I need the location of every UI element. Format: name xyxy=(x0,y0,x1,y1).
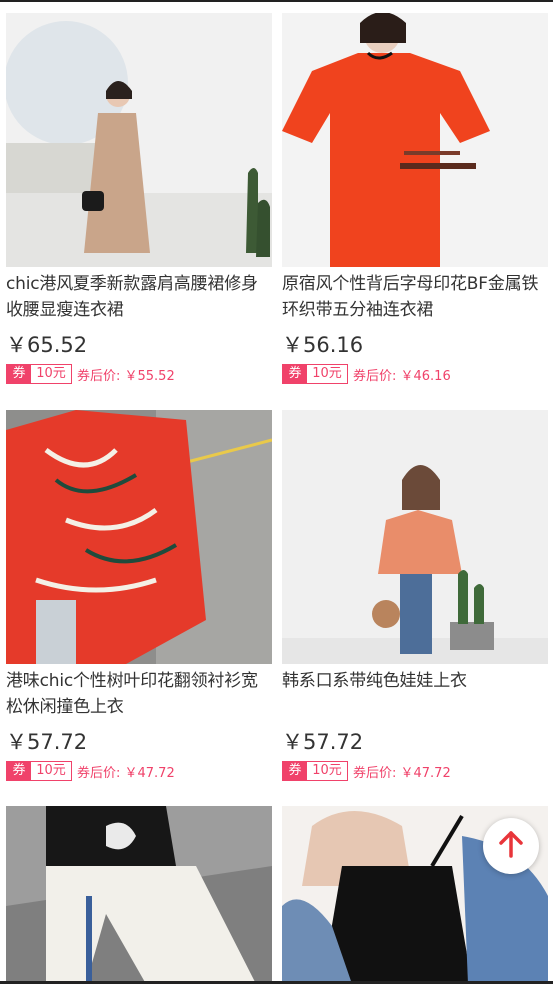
coupon-amount: 10元 xyxy=(36,763,66,778)
product-image[interactable] xyxy=(6,13,272,267)
coupon-badge: 券 10元 xyxy=(6,364,72,384)
coupon-tag: 券 xyxy=(283,762,307,780)
product-image[interactable] xyxy=(282,410,548,664)
back-to-top-button[interactable] xyxy=(483,818,539,874)
coupon-badge: 券 10元 xyxy=(282,364,348,384)
coupon-tag: 券 xyxy=(7,762,31,780)
arrow-up-icon xyxy=(498,830,524,862)
coupon-amount: 10元 xyxy=(312,366,342,381)
status-bar-edge xyxy=(0,0,553,2)
product-card[interactable] xyxy=(6,806,272,984)
product-title[interactable]: 韩系口系带纯色娃娃上衣 xyxy=(282,668,548,720)
product-image[interactable] xyxy=(282,13,548,267)
product-price: ￥57.72 xyxy=(282,730,364,754)
coupon-row: 券 10元 券后价: ￥46.16 xyxy=(282,363,548,385)
coupon-badge: 券 10元 xyxy=(282,761,348,781)
product-price: ￥57.72 xyxy=(6,730,88,754)
product-card[interactable]: 港味chic个性树叶印花翻领衬衫宽松休闲撞色上衣 ￥57.72 券 10元 券后… xyxy=(6,410,272,782)
product-card[interactable]: chic港风夏季新款露肩高腰裙修身收腰显瘦连衣裙 ￥65.52 券 10元 券后… xyxy=(6,13,272,385)
after-coupon-price: 券后价: ￥47.72 xyxy=(353,765,451,781)
coupon-row: 券 10元 券后价: ￥47.72 xyxy=(6,760,272,782)
coupon-amount: 10元 xyxy=(36,366,66,381)
after-coupon-price: 券后价: ￥46.16 xyxy=(353,368,451,384)
product-image[interactable] xyxy=(6,410,272,664)
coupon-tag: 券 xyxy=(283,365,307,383)
coupon-row: 券 10元 券后价: ￥47.72 xyxy=(282,760,548,782)
product-title[interactable]: chic港风夏季新款露肩高腰裙修身收腰显瘦连衣裙 xyxy=(6,271,272,323)
coupon-amount: 10元 xyxy=(312,763,342,778)
product-price: ￥56.16 xyxy=(282,333,364,357)
product-card[interactable]: 韩系口系带纯色娃娃上衣 ￥57.72 券 10元 券后价: ￥47.72 xyxy=(282,410,548,782)
product-image[interactable] xyxy=(6,806,272,984)
after-coupon-price: 券后价: ￥47.72 xyxy=(77,765,175,781)
coupon-badge: 券 10元 xyxy=(6,761,72,781)
product-title[interactable]: 港味chic个性树叶印花翻领衬衫宽松休闲撞色上衣 xyxy=(6,668,272,720)
product-title[interactable]: 原宿风个性背后字母印花BF金属铁环织带五分袖连衣裙 xyxy=(282,271,548,323)
product-card[interactable]: 原宿风个性背后字母印花BF金属铁环织带五分袖连衣裙 ￥56.16 券 10元 券… xyxy=(282,13,548,385)
product-price: ￥65.52 xyxy=(6,333,88,357)
coupon-row: 券 10元 券后价: ￥55.52 xyxy=(6,363,272,385)
coupon-tag: 券 xyxy=(7,365,31,383)
after-coupon-price: 券后价: ￥55.52 xyxy=(77,368,175,384)
